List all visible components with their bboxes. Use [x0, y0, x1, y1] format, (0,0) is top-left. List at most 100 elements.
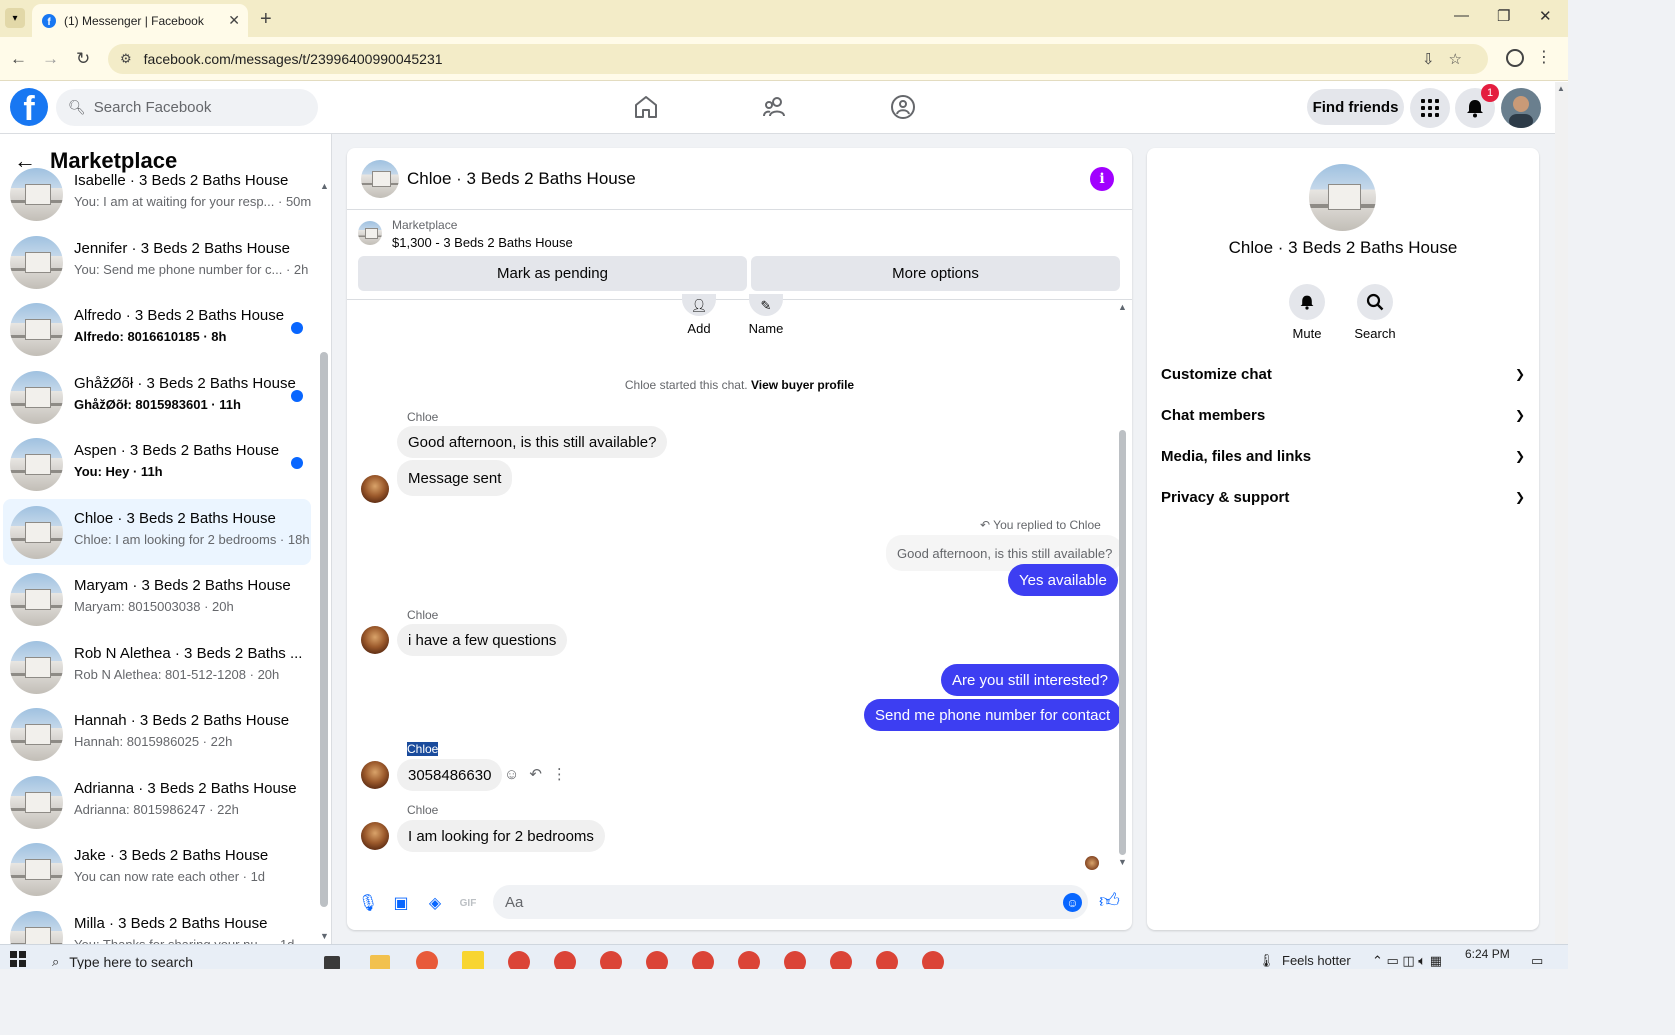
gif-icon[interactable]: GIF: [458, 893, 478, 913]
privacy-support-section[interactable]: Privacy & support ❯: [1161, 483, 1525, 511]
scroll-down-arrow-icon[interactable]: ▼: [320, 931, 329, 941]
chrome-icon[interactable]: [922, 951, 944, 969]
find-friends-button[interactable]: Find friends: [1307, 89, 1404, 125]
outgoing-message[interactable]: Send me phone number for contact: [864, 699, 1122, 731]
notifications-icon[interactable]: ▭: [1531, 953, 1543, 969]
task-view-icon[interactable]: [324, 956, 340, 969]
chrome-icon[interactable]: [830, 951, 852, 969]
chrome-icon[interactable]: [646, 951, 668, 969]
chloe-avatar[interactable]: [361, 761, 389, 789]
browser-menu-icon[interactable]: ⋮: [1536, 47, 1552, 67]
weather-text[interactable]: Feels hotter: [1282, 953, 1351, 968]
incoming-message[interactable]: I am looking for 2 bedrooms: [397, 820, 605, 852]
conversation-item[interactable]: Rob N Alethea · 3 Beds 2 Baths ... Rob N …: [3, 634, 311, 700]
info-icon[interactable]: i: [1090, 167, 1114, 191]
restore-button[interactable]: ❐: [1497, 7, 1510, 25]
listing-thumbnail[interactable]: [358, 221, 382, 245]
mark-as-pending-button[interactable]: Mark as pending: [358, 256, 747, 291]
conversation-item[interactable]: Adrianna · 3 Beds 2 Baths House Adrianna:…: [3, 769, 311, 835]
close-window-button[interactable]: ✕: [1539, 7, 1552, 25]
file-explorer-icon[interactable]: [370, 955, 390, 969]
details-thumbnail[interactable]: [1309, 164, 1376, 231]
conversation-item[interactable]: Alfredo · 3 Beds 2 Baths House Alfredo: 8…: [3, 296, 311, 362]
conversation-item[interactable]: Maryam · 3 Beds 2 Baths House Maryam: 801…: [3, 566, 311, 632]
taskbar-search-input[interactable]: ⌕ Type here to search: [44, 947, 269, 969]
conversation-item[interactable]: Aspen · 3 Beds 2 Baths House You: Hey · 1…: [3, 431, 311, 497]
reply-icon[interactable]: ↶: [529, 766, 552, 783]
back-button[interactable]: ←: [10, 49, 27, 69]
facebook-search-input[interactable]: 🔍︎ Search Facebook: [56, 89, 318, 126]
home-icon[interactable]: [632, 93, 660, 121]
chrome-icon[interactable]: [738, 951, 760, 969]
scroll-down-arrow-icon[interactable]: ▼: [1118, 857, 1127, 867]
conversation-item[interactable]: Hannah · 3 Beds 2 Baths House Hannah: 801…: [3, 701, 311, 767]
chrome-icon[interactable]: [508, 951, 530, 969]
chrome-icon[interactable]: [784, 951, 806, 969]
conversation-item[interactable]: Chloe · 3 Beds 2 Baths House Chloe: I am …: [3, 499, 311, 565]
listing-title[interactable]: $1,300 - 3 Beds 2 Baths House: [392, 235, 573, 250]
chloe-avatar[interactable]: [361, 626, 389, 654]
app-icon[interactable]: [416, 951, 438, 969]
new-tab-button[interactable]: +: [260, 8, 272, 31]
chloe-avatar[interactable]: [361, 822, 389, 850]
name-tool[interactable]: ✎ Name: [741, 294, 791, 336]
url-bar[interactable]: ⚙ facebook.com/messages/t/23996400990045…: [108, 44, 1488, 74]
forward-button[interactable]: →: [42, 49, 59, 69]
chrome-icon[interactable]: [554, 951, 576, 969]
sticky-notes-icon[interactable]: [462, 951, 484, 969]
scroll-up-arrow-icon[interactable]: ▲: [1557, 84, 1565, 93]
sticker-icon[interactable]: ◈: [425, 893, 445, 913]
incoming-message[interactable]: 3058486630: [397, 759, 503, 791]
more-icon[interactable]: ⋮: [552, 766, 577, 783]
chat-scrollbar[interactable]: [1119, 430, 1126, 855]
bookmark-star-icon[interactable]: ⇩☆: [1422, 50, 1476, 68]
profile-icon[interactable]: [1506, 49, 1524, 67]
chrome-icon[interactable]: [600, 951, 622, 969]
conversation-item[interactable]: Isabelle · 3 Beds 2 Baths House You: I am…: [3, 161, 311, 227]
windows-start-icon[interactable]: [10, 951, 26, 967]
react-icon[interactable]: ☺: [504, 766, 529, 783]
chat-thumbnail[interactable]: [361, 160, 399, 198]
incoming-message[interactable]: Good afternoon, is this still available?: [397, 426, 668, 458]
incoming-message[interactable]: i have a few questions: [397, 624, 568, 656]
reload-button[interactable]: ↻: [76, 49, 90, 69]
site-info-icon[interactable]: ⚙: [120, 51, 132, 67]
incoming-message[interactable]: Message sent: [397, 460, 513, 496]
browser-tab[interactable]: f (1) Messenger | Facebook ✕: [32, 4, 248, 37]
system-tray-icons[interactable]: ⌃ ▭ ◫ 🔈︎ ▦: [1372, 953, 1442, 969]
friends-icon[interactable]: [761, 93, 789, 121]
scroll-up-arrow-icon[interactable]: ▲: [320, 181, 329, 191]
tab-search-button[interactable]: ▾: [5, 8, 25, 28]
account-avatar[interactable]: [1501, 88, 1541, 128]
page-scrollbar[interactable]: ▲: [1555, 82, 1568, 944]
chat-members-section[interactable]: Chat members ❯: [1161, 401, 1525, 429]
search-in-chat-button[interactable]: Search: [1345, 284, 1405, 341]
conversation-item[interactable]: Milla · 3 Beds 2 Baths House You: Thanks …: [3, 904, 311, 944]
customize-chat-section[interactable]: Customize chat ❯: [1161, 360, 1525, 388]
emoji-icon[interactable]: ☺: [1063, 893, 1082, 912]
message-input[interactable]: Aa: [493, 885, 1088, 919]
groups-icon[interactable]: [889, 93, 917, 121]
more-options-button[interactable]: More options: [751, 256, 1120, 291]
thumbs-up-icon[interactable]: 👍︎: [1099, 889, 1120, 913]
minimize-button[interactable]: —: [1454, 7, 1469, 24]
chrome-icon[interactable]: [876, 951, 898, 969]
chat-title[interactable]: Chloe · 3 Beds 2 Baths House: [407, 169, 636, 189]
outgoing-message[interactable]: Are you still interested?: [941, 664, 1119, 696]
outgoing-message[interactable]: Yes available: [1008, 564, 1118, 596]
view-buyer-profile-link[interactable]: View buyer profile: [751, 378, 854, 392]
chloe-avatar[interactable]: [361, 475, 389, 503]
chrome-icon[interactable]: [692, 951, 714, 969]
conversation-item[interactable]: Jennifer · 3 Beds 2 Baths House You: Send…: [3, 229, 311, 295]
media-files-links-section[interactable]: Media, files and links ❯: [1161, 442, 1525, 470]
scroll-up-arrow-icon[interactable]: ▲: [1118, 302, 1127, 312]
close-tab-icon[interactable]: ✕: [228, 12, 240, 29]
mute-button[interactable]: Mute: [1277, 284, 1337, 341]
conversation-item[interactable]: GhåžØõł · 3 Beds 2 Baths House GhåžØõł: 8…: [3, 364, 311, 430]
weather-icon[interactable]: 🌡︎: [1258, 953, 1275, 969]
sidebar-scrollbar[interactable]: [320, 352, 328, 907]
menu-grid-button[interactable]: [1410, 88, 1450, 128]
microphone-icon[interactable]: 🎙︎: [358, 893, 378, 913]
add-tool[interactable]: 👤︎ Add: [674, 294, 724, 336]
conversation-item[interactable]: Jake · 3 Beds 2 Baths House You can now r…: [3, 836, 311, 902]
